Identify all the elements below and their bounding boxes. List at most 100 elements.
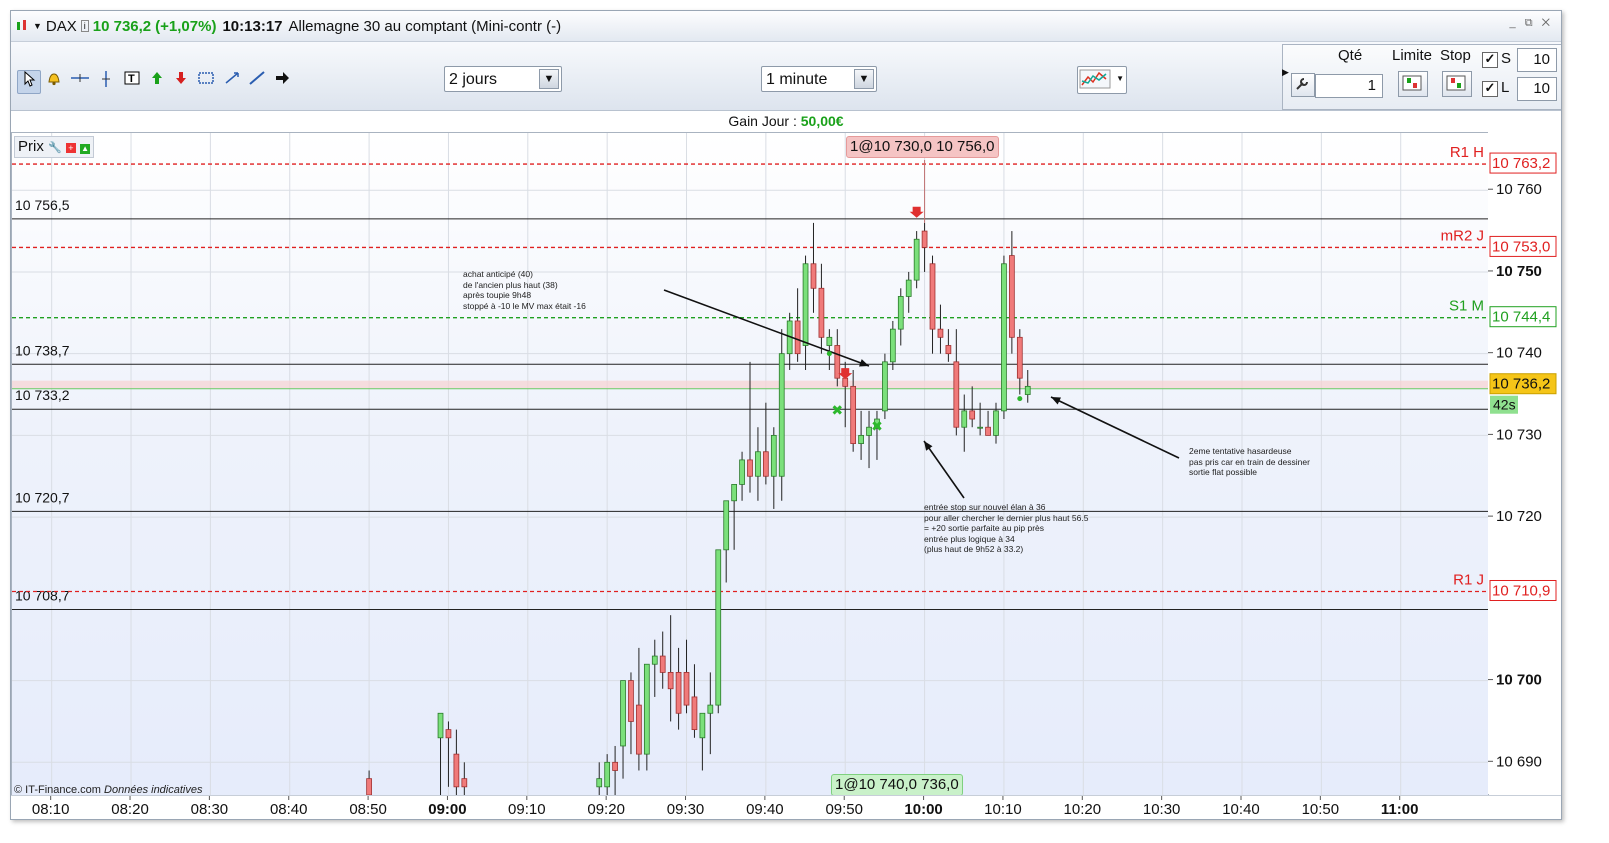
pointer-icon[interactable] [17,70,41,94]
limit-order-button[interactable] [1398,71,1428,97]
chart-window: ▼ DAX i 10 736,2 (+1,07%) 10:13:17 Allem… [10,10,1562,820]
gain-label: Gain Jour : [728,113,797,129]
candle-body [921,230,928,248]
settings-wrench-icon[interactable] [1291,73,1315,97]
interval-select[interactable]: 1 minute ▼ [761,66,877,92]
annotation-arrow [1050,396,1180,459]
pivot-price-label: 10 744,4 [1492,309,1550,326]
price-axis[interactable]: 10 760 10 750 10 740 10 730 10 720 10 700 10 6… [1488,132,1561,794]
panel-title: Prix 🔧 + ▲ [14,136,95,158]
annotation-note[interactable]: achat anticipé (40) de l'ancien plus hau… [463,269,586,311]
buy-arrow-icon[interactable] [146,70,168,92]
candle-body [889,328,896,363]
expand-icon[interactable]: ▶ [1282,67,1289,78]
y-tick-label: 10 700 [1496,672,1542,689]
chevron-down-icon[interactable]: ▼ [1116,74,1124,83]
chevron-down-icon[interactable]: ▼ [539,69,559,89]
candle-body [993,410,999,436]
window-controls[interactable]: _ ⧉ ✕ [1510,17,1553,30]
panel-label: Prix [18,138,44,155]
symbol-menu-icon[interactable]: ▼ [33,21,42,31]
symbol-name[interactable]: DAX [46,18,77,35]
annotation-arrow [923,440,965,499]
window-titlebar: ▼ DAX i 10 736,2 (+1,07%) 10:13:17 Allem… [11,11,1561,42]
annotation-note[interactable]: entrée stop sur nouvel élan à 36 pour al… [924,502,1088,555]
chevron-down-icon[interactable]: ▼ [854,69,874,89]
y-tick-label: 10 730 [1496,426,1542,443]
annotation-arrow [663,289,870,367]
sell-arrow-icon[interactable] [170,70,192,92]
candle-body [977,426,983,429]
candle-body [699,712,706,739]
x-tick-label: 10:20 [1064,801,1102,818]
candle-body [985,426,991,436]
x-tick-label: 09:50 [825,801,863,818]
indicators-button[interactable]: ▼ [1077,66,1127,94]
arrow-head [924,441,933,451]
info-icon[interactable]: i [80,20,89,32]
candle-body [445,729,452,739]
x-tick-label: 10:50 [1302,801,1340,818]
candle-body [937,328,944,338]
arrow-right-icon[interactable] [271,70,293,92]
candle-body [1016,336,1023,379]
x-tick-label: 09:20 [587,801,625,818]
x-tick-label: 08:20 [111,801,149,818]
gain-value: 50,00€ [800,113,844,129]
add-indicator-icon[interactable]: + [65,143,76,153]
drawing-toolbar: T 2 jours ▼ 1 minute ▼ ▼ ▶ Qté 1 Limite … [11,42,1561,111]
arrow-head [859,359,869,367]
candle-body [1001,263,1007,412]
x-tick-label: 10:40 [1222,801,1260,818]
candle-body [747,459,753,477]
text-icon[interactable]: T [121,70,143,92]
stop-order-button[interactable] [1442,71,1472,97]
rectangle-icon[interactable] [195,70,217,92]
candle-body [961,410,968,428]
candle-body [715,549,722,706]
price-change: (+1,07%) [155,17,217,35]
current-price-label: 10 736,2 [1492,376,1550,393]
alert-bell-icon[interactable] [43,70,65,92]
limit-profit-checkbox[interactable]: ✓ [1482,81,1498,97]
candle-body [850,385,857,444]
closed-position-tag[interactable]: 1@10 740,0 736,0 [831,774,963,795]
vertical-line-icon[interactable] [95,70,117,92]
qty-input[interactable]: 1 [1315,74,1383,98]
x-tick-label: 09:40 [746,801,784,818]
horizontal-line-icon[interactable] [69,70,91,92]
candle-body [826,336,833,346]
position-price: 10 756,0 [936,138,995,155]
trendline-icon[interactable] [246,70,268,92]
period-select[interactable]: 2 jours ▼ [444,66,562,92]
candle-body [905,279,912,297]
x-tick-label: 09:10 [508,801,546,818]
candle-body [366,778,372,795]
candle-body [675,672,682,714]
candlestick-icon[interactable] [15,19,29,33]
open-position-tag[interactable]: 1@10 730,0 10 756,0 [846,136,999,158]
order-panel: ▶ Qté 1 Limite Stop ✓ S 10 ✓ L 10 [1282,44,1561,110]
price-axis-svg: 10 760 10 750 10 740 10 730 10 720 10 700 10 6… [1488,152,1557,770]
daily-gain-bar: Gain Jour : 50,00€ [11,111,1561,131]
candle-body [461,778,468,788]
candle-body [794,320,801,355]
move-up-icon[interactable]: ▲ [80,144,91,154]
candle-body [882,361,888,412]
instrument-name: Allemagne 30 au comptant (Mini-contr (-) [288,17,562,35]
price-chart[interactable]: 10 756,5 10 738,7 10 733,2 10 720,7 10 708,7… [11,132,1489,796]
y-tick-label: 10 690 [1496,753,1542,770]
candle-body [453,753,460,788]
stop-loss-input[interactable]: 10 [1517,48,1557,72]
candle-body [818,287,825,338]
zoom-icon[interactable] [221,70,243,92]
wrench-icon[interactable]: 🔧 [48,142,62,154]
stop-loss-checkbox[interactable]: ✓ [1482,52,1498,68]
annotation-note[interactable]: 2eme tentative hasardeuse pas pris car e… [1189,446,1310,478]
candle-body [969,410,976,420]
pivot-price-label: 10 710,9 [1492,582,1550,599]
y-tick-label: 10 760 [1496,181,1542,198]
time-axis[interactable]: 08:10 08:20 08:30 08:40 08:50 09:00 09:10 09:20… [11,795,1561,819]
limit-label: Limite [1392,47,1433,64]
limit-profit-input[interactable]: 10 [1517,77,1557,101]
